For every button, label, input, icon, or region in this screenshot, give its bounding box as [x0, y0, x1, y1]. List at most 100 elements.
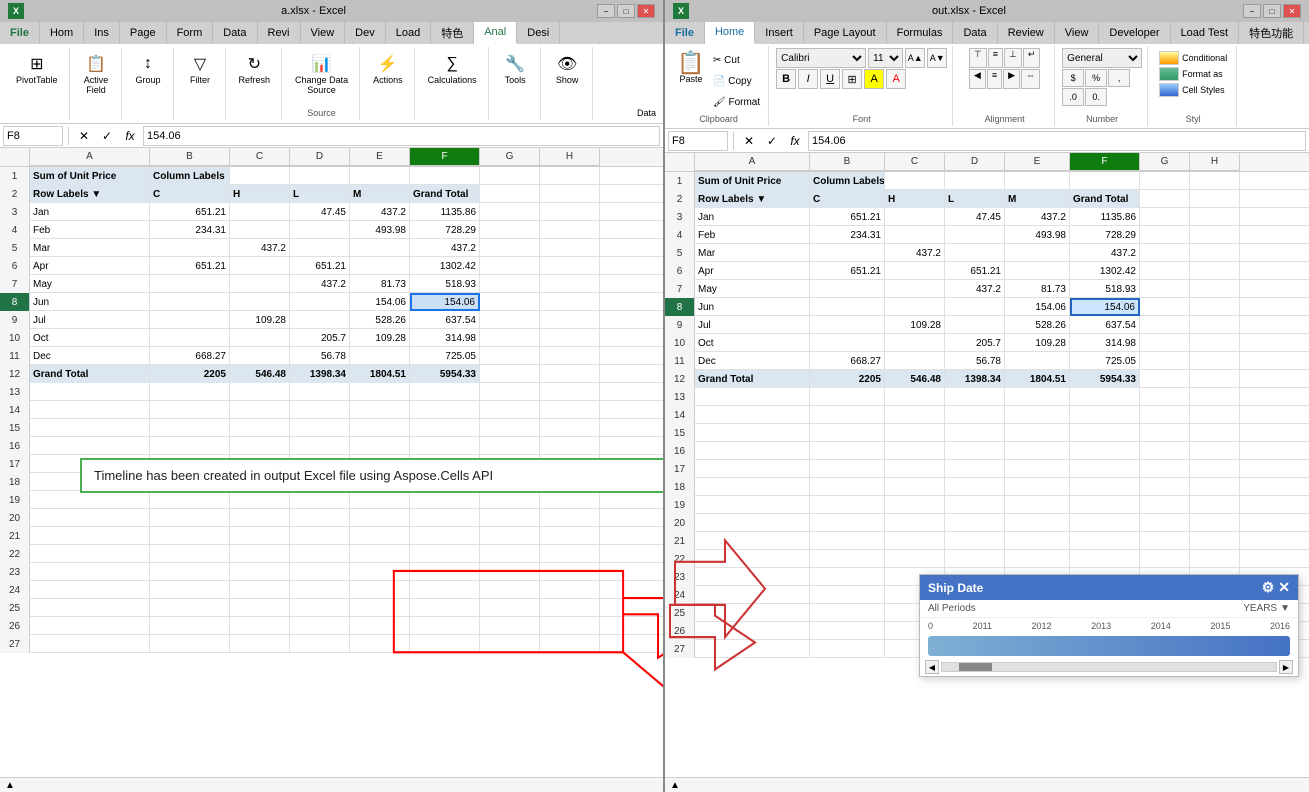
right-cell-D4[interactable] — [945, 226, 1005, 244]
timeline-filter-icon[interactable]: ⚙ — [1262, 579, 1275, 596]
right-tab-home[interactable]: Home — [705, 22, 755, 44]
left-tab-page[interactable]: Page — [120, 22, 167, 44]
left-cell-D9[interactable] — [290, 311, 350, 329]
right-cell-H10[interactable] — [1190, 334, 1240, 352]
left-cell-D12[interactable]: 1398.34 — [290, 365, 350, 383]
left-cell-C1[interactable] — [230, 167, 290, 185]
font-grow-btn[interactable]: A▲ — [905, 48, 925, 68]
right-minimize-btn[interactable]: − — [1243, 4, 1261, 18]
format-as-table-btn[interactable]: Format as — [1157, 66, 1229, 82]
left-cell-B6[interactable]: 651.21 — [150, 257, 230, 275]
pivottable-btn[interactable]: ⊞ PivotTable — [11, 49, 63, 89]
align-right-btn[interactable]: ▶ — [1003, 69, 1020, 89]
border-btn[interactable]: ⊞ — [842, 69, 862, 89]
left-col-F[interactable]: F — [410, 148, 480, 166]
increase-decimal-btn[interactable]: .0 — [1062, 88, 1084, 106]
left-tab-load[interactable]: Load — [386, 22, 431, 44]
left-cell-G12[interactable] — [480, 365, 540, 383]
left-formula-cancel[interactable]: ✕ — [74, 126, 94, 146]
right-cell-E3[interactable]: 437.2 — [1005, 208, 1070, 226]
right-cell-E10[interactable]: 109.28 — [1005, 334, 1070, 352]
right-col-B[interactable]: B — [810, 153, 885, 171]
right-cell-F12[interactable]: 5954.33 — [1070, 370, 1140, 388]
right-cell-C11[interactable] — [885, 352, 945, 370]
left-cell-D3[interactable]: 47.45 — [290, 203, 350, 221]
left-col-B[interactable]: B — [150, 148, 230, 166]
right-cell-E11[interactable] — [1005, 352, 1070, 370]
right-cell-E9[interactable]: 528.26 — [1005, 316, 1070, 334]
left-cell-D4[interactable] — [290, 221, 350, 239]
left-cell-A1[interactable]: Sum of Unit Price — [30, 167, 150, 185]
right-cell-F11[interactable]: 725.05 — [1070, 352, 1140, 370]
right-col-F[interactable]: F — [1070, 153, 1140, 171]
right-cell-A4[interactable]: Feb — [695, 226, 810, 244]
left-cell-B2[interactable]: C — [150, 185, 230, 203]
left-cell-D11[interactable]: 56.78 — [290, 347, 350, 365]
right-cell-G7[interactable] — [1140, 280, 1190, 298]
left-cell-H11[interactable] — [540, 347, 600, 365]
left-col-H[interactable]: H — [540, 148, 600, 166]
left-tab-desi[interactable]: Desi — [517, 22, 560, 44]
tools-btn[interactable]: 🔧 Tools — [497, 49, 533, 89]
left-cell-F2[interactable]: Grand Total — [410, 185, 480, 203]
left-tab-insert[interactable]: Ins — [84, 22, 120, 44]
right-cell-C5[interactable]: 437.2 — [885, 244, 945, 262]
left-cell-A12[interactable]: Grand Total — [30, 365, 150, 383]
right-cell-B5[interactable] — [810, 244, 885, 262]
left-cell-F10[interactable]: 314.98 — [410, 329, 480, 347]
right-cell-C1[interactable] — [885, 172, 945, 190]
right-cell-F10[interactable]: 314.98 — [1070, 334, 1140, 352]
left-cell-D5[interactable] — [290, 239, 350, 257]
left-tab-special[interactable]: 特色 — [431, 22, 474, 44]
left-cell-H12[interactable] — [540, 365, 600, 383]
left-cell-B4[interactable]: 234.31 — [150, 221, 230, 239]
right-cell-C9[interactable]: 109.28 — [885, 316, 945, 334]
right-cell-C3[interactable] — [885, 208, 945, 226]
right-tab-review[interactable]: Review — [998, 22, 1055, 44]
right-tab-page-layout[interactable]: Page Layout — [804, 22, 887, 44]
cut-btn[interactable]: ✂ Cut — [710, 50, 763, 70]
right-cell-H7[interactable] — [1190, 280, 1240, 298]
right-cell-H5[interactable] — [1190, 244, 1240, 262]
left-cell-C2[interactable]: H — [230, 185, 290, 203]
right-cell-D1[interactable] — [945, 172, 1005, 190]
right-cell-B7[interactable] — [810, 280, 885, 298]
left-cell-G5[interactable] — [480, 239, 540, 257]
right-cell-H8[interactable] — [1190, 298, 1240, 316]
left-cell-E12[interactable]: 1804.51 — [350, 365, 410, 383]
right-cell-A2[interactable]: Row Labels ▼ — [695, 190, 810, 208]
right-cell-H12[interactable] — [1190, 370, 1240, 388]
right-cell-F2[interactable]: Grand Total — [1070, 190, 1140, 208]
left-cell-G10[interactable] — [480, 329, 540, 347]
left-tab-home[interactable]: Hom — [40, 22, 84, 44]
left-col-G[interactable]: G — [480, 148, 540, 166]
left-cell-G7[interactable] — [480, 275, 540, 293]
right-cell-D9[interactable] — [945, 316, 1005, 334]
left-cell-C3[interactable] — [230, 203, 290, 221]
left-cell-D2[interactable]: L — [290, 185, 350, 203]
left-col-C[interactable]: C — [230, 148, 290, 166]
left-tab-review[interactable]: Revi — [258, 22, 301, 44]
right-col-G[interactable]: G — [1140, 153, 1190, 171]
paste-btn[interactable]: 📋 Paste — [674, 48, 708, 88]
timeline-bar-container[interactable] — [920, 634, 1298, 658]
left-cell-E1[interactable] — [350, 167, 410, 185]
left-cell-E4[interactable]: 493.98 — [350, 221, 410, 239]
left-cell-B9[interactable] — [150, 311, 230, 329]
left-cell-F6[interactable]: 1302.42 — [410, 257, 480, 275]
right-cell-E5[interactable] — [1005, 244, 1070, 262]
left-cell-H6[interactable] — [540, 257, 600, 275]
right-cell-H6[interactable] — [1190, 262, 1240, 280]
right-col-C[interactable]: C — [885, 153, 945, 171]
right-cell-H4[interactable] — [1190, 226, 1240, 244]
left-cell-H10[interactable] — [540, 329, 600, 347]
right-maximize-btn[interactable]: □ — [1263, 4, 1281, 18]
right-formula-confirm[interactable]: ✓ — [762, 131, 782, 151]
left-cell-E9[interactable]: 528.26 — [350, 311, 410, 329]
left-cell-B12[interactable]: 2205 — [150, 365, 230, 383]
show-btn[interactable]: 👁 Show — [549, 49, 585, 89]
left-cell-A4[interactable]: Feb — [30, 221, 150, 239]
right-cell-F5[interactable]: 437.2 — [1070, 244, 1140, 262]
left-cell-E8[interactable]: 154.06 — [350, 293, 410, 311]
left-cell-F5[interactable]: 437.2 — [410, 239, 480, 257]
